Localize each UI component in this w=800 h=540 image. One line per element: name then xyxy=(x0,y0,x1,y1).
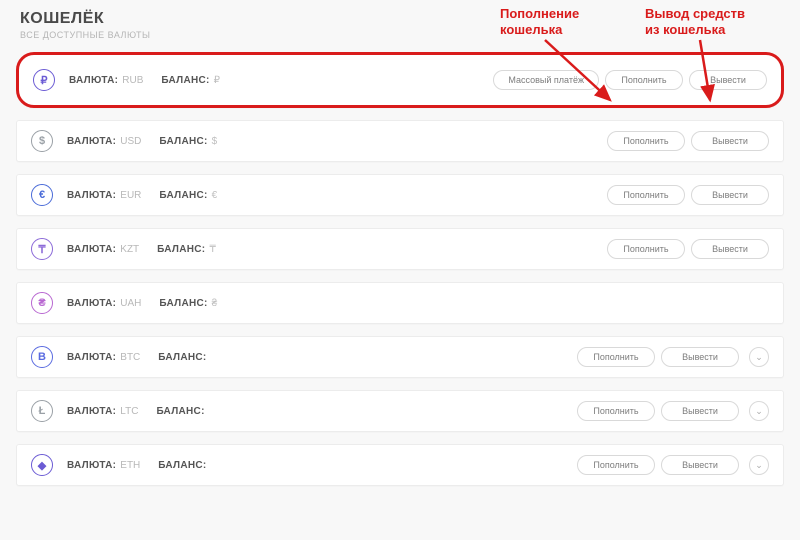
balance-label: БАЛАНС: xyxy=(157,244,205,255)
withdraw-button[interactable]: Вывести xyxy=(661,347,739,367)
page-title: КОШЕЛЁК xyxy=(20,10,780,28)
balance-symbol: ₸ xyxy=(209,244,215,255)
balance-label: БАЛАНС: xyxy=(159,298,207,309)
currency-label: ВАЛЮТА: xyxy=(67,352,116,363)
withdraw-button[interactable]: Вывести xyxy=(691,185,769,205)
currency-code: EUR xyxy=(120,190,141,201)
currency-icon-eth: ◆ xyxy=(31,454,53,476)
currency-icon-rub: ₽ xyxy=(33,69,55,91)
withdraw-button[interactable]: Вывести xyxy=(691,131,769,151)
balance-label: БАЛАНС: xyxy=(158,460,206,471)
currency-label: ВАЛЮТА: xyxy=(67,136,116,147)
balance-symbol: ₽ xyxy=(214,75,220,86)
currency-code: RUB xyxy=(122,75,143,86)
currency-code: LTC xyxy=(120,406,138,417)
currency-code: ETH xyxy=(120,460,140,471)
balance-symbol: € xyxy=(212,190,218,201)
currency-row-eth: ◆ ВАЛЮТА: ETH БАЛАНС: Пополнить Вывести ⌄ xyxy=(16,444,784,486)
currency-code: USD xyxy=(120,136,141,147)
mass-payment-button[interactable]: Массовый платёж xyxy=(493,70,599,90)
currency-row-kzt: ₸ ВАЛЮТА: KZT БАЛАНС: ₸ Пополнить Вывести xyxy=(16,228,784,270)
withdraw-button[interactable]: Вывести xyxy=(691,239,769,259)
expand-toggle[interactable]: ⌄ xyxy=(749,455,769,475)
currency-row-rub: ₽ ВАЛЮТА: RUB БАЛАНС: ₽ Массовый платёж Пополн… xyxy=(16,52,784,108)
currency-code: KZT xyxy=(120,244,139,255)
currency-label: ВАЛЮТА: xyxy=(69,75,118,86)
deposit-button[interactable]: Пополнить xyxy=(607,131,685,151)
page-subtitle: ВСЕ ДОСТУПНЫЕ ВАЛЮТЫ xyxy=(20,30,780,40)
deposit-button[interactable]: Пополнить xyxy=(607,239,685,259)
balance-label: БАЛАНС: xyxy=(159,136,207,147)
withdraw-button[interactable]: Вывести xyxy=(661,401,739,421)
currency-label: ВАЛЮТА: xyxy=(67,190,116,201)
expand-toggle[interactable]: ⌄ xyxy=(749,347,769,367)
withdraw-button[interactable]: Вывести xyxy=(661,455,739,475)
page-header: КОШЕЛЁК ВСЕ ДОСТУПНЫЕ ВАЛЮТЫ xyxy=(0,0,800,44)
currency-icon-eur: € xyxy=(31,184,53,206)
balance-symbol: $ xyxy=(212,136,218,147)
currency-row-uah: ₴ ВАЛЮТА: UAH БАЛАНС: ₴ xyxy=(16,282,784,324)
balance-label: БАЛАНС: xyxy=(159,190,207,201)
deposit-button[interactable]: Пополнить xyxy=(577,455,655,475)
withdraw-button[interactable]: Вывести xyxy=(689,70,767,90)
deposit-button[interactable]: Пополнить xyxy=(607,185,685,205)
currency-list: ₽ ВАЛЮТА: RUB БАЛАНС: ₽ Массовый платёж Пополн… xyxy=(0,44,800,486)
currency-icon-btc: B xyxy=(31,346,53,368)
currency-icon-usd: $ xyxy=(31,130,53,152)
balance-symbol: ₴ xyxy=(212,298,218,309)
currency-icon-kzt: ₸ xyxy=(31,238,53,260)
expand-toggle[interactable]: ⌄ xyxy=(749,401,769,421)
deposit-button[interactable]: Пополнить xyxy=(577,401,655,421)
balance-label: БАЛАНС: xyxy=(161,75,209,86)
currency-code: BTC xyxy=(120,352,140,363)
currency-icon-uah: ₴ xyxy=(31,292,53,314)
currency-row-eur: € ВАЛЮТА: EUR БАЛАНС: € Пополнить Вывести xyxy=(16,174,784,216)
currency-label: ВАЛЮТА: xyxy=(67,298,116,309)
currency-label: ВАЛЮТА: xyxy=(67,406,116,417)
currency-code: UAH xyxy=(120,298,141,309)
balance-label: БАЛАНС: xyxy=(156,406,204,417)
currency-icon-ltc: Ł xyxy=(31,400,53,422)
deposit-button[interactable]: Пополнить xyxy=(605,70,683,90)
currency-row-ltc: Ł ВАЛЮТА: LTC БАЛАНС: Пополнить Вывести ⌄ xyxy=(16,390,784,432)
currency-label: ВАЛЮТА: xyxy=(67,460,116,471)
balance-label: БАЛАНС: xyxy=(158,352,206,363)
currency-label: ВАЛЮТА: xyxy=(67,244,116,255)
deposit-button[interactable]: Пополнить xyxy=(577,347,655,367)
currency-row-usd: $ ВАЛЮТА: USD БАЛАНС: $ Пополнить Вывести xyxy=(16,120,784,162)
currency-row-btc: B ВАЛЮТА: BTC БАЛАНС: Пополнить Вывести ⌄ xyxy=(16,336,784,378)
